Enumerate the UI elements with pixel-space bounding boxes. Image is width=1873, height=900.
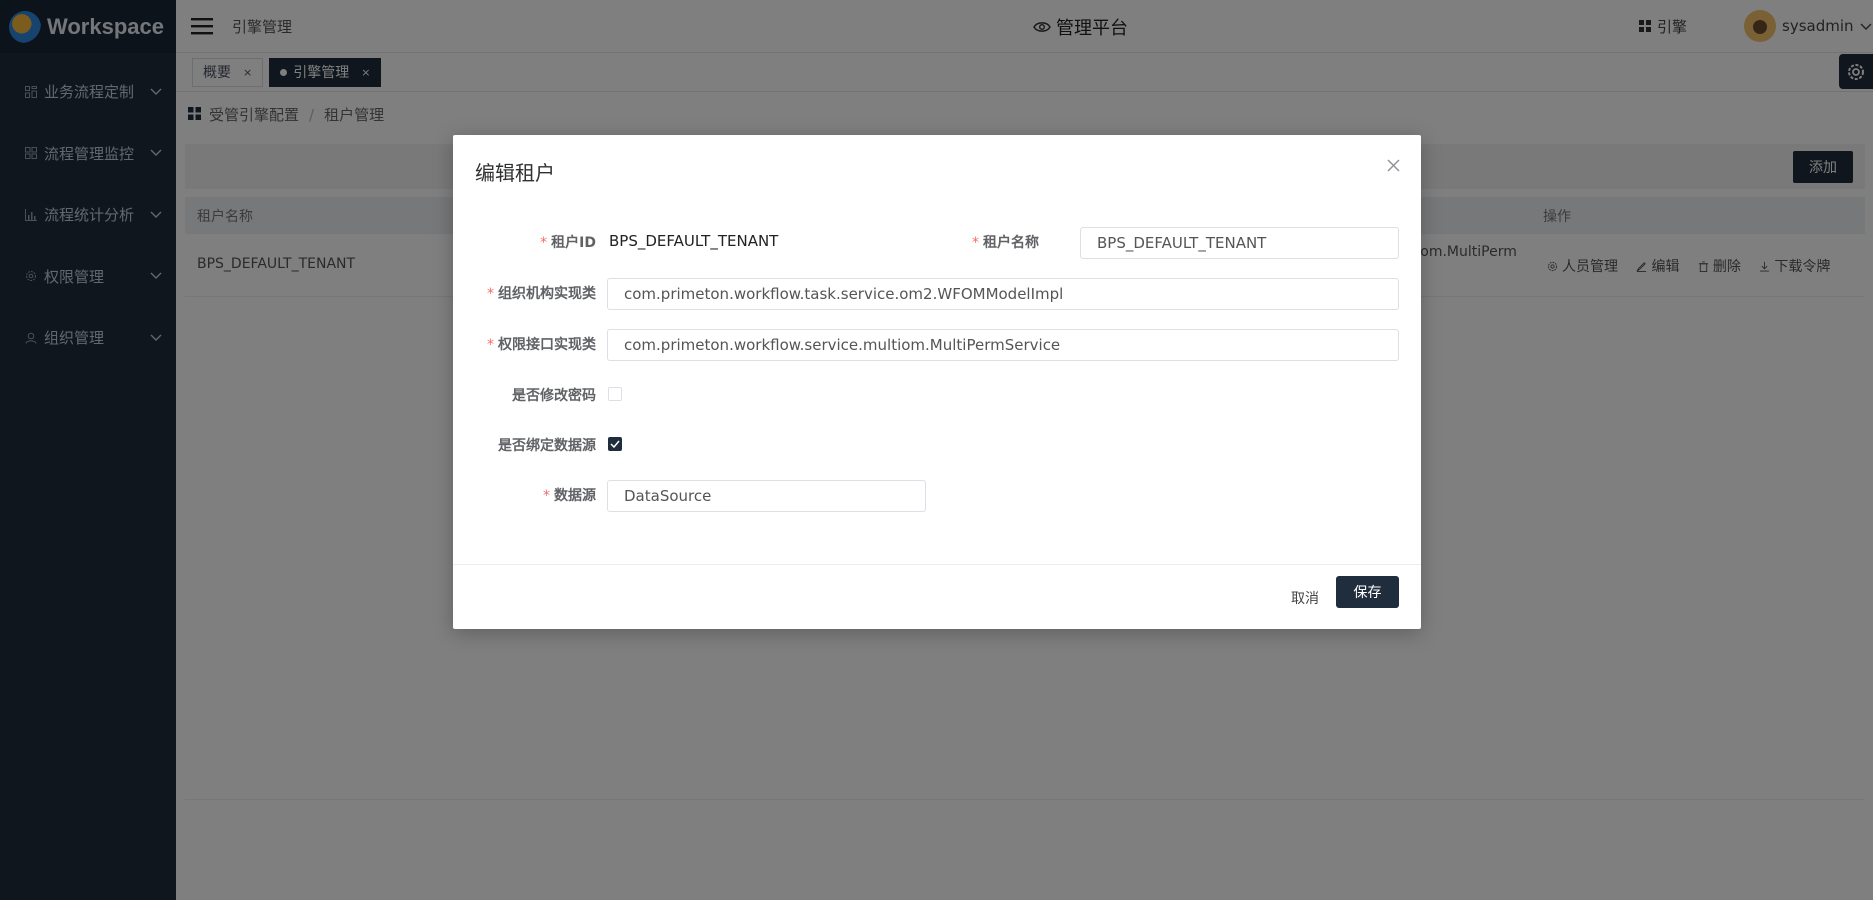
required-mark: * [540,235,548,251]
perm-impl-label: * 权限接口实现类 [457,334,596,354]
bind-datasource-checkbox[interactable] [608,437,622,451]
required-mark: * [543,488,550,504]
tenant-name-label: * 租户名称 [883,232,1039,252]
dialog-footer-divider [453,564,1421,565]
org-impl-label: * 组织机构实现类 [457,283,596,303]
perm-impl-label-text: 权限接口实现类 [498,337,596,353]
save-button[interactable]: 保存 [1336,576,1399,608]
required-mark: * [487,337,494,353]
dialog-title: 编辑租户 [475,161,555,185]
close-icon[interactable] [1383,155,1403,175]
tenant-id-value: BPS_DEFAULT_TENANT [609,232,779,250]
bind-datasource-label: 是否绑定数据源 [498,438,596,454]
required-mark: * [487,286,494,302]
change-password-label: 是否修改密码 [512,388,596,404]
tenant-id-label-text: 租户ID [551,235,596,251]
perm-impl-input[interactable]: com.primeton.workflow.service.multiom.Mu… [607,329,1399,361]
datasource-label: * 数据源 [457,485,596,505]
datasource-input[interactable]: DataSource [607,480,926,512]
tenant-name-label-text: 租户名称 [983,235,1039,251]
org-impl-label-text: 组织机构实现类 [498,286,596,302]
org-impl-input[interactable]: com.primeton.workflow.task.service.om2.W… [607,278,1399,310]
tenant-name-input[interactable]: BPS_DEFAULT_TENANT [1080,227,1399,259]
tenant-id-label: * 租户ID [475,232,596,252]
check-icon [610,440,620,448]
change-password-checkbox[interactable] [608,387,622,401]
edit-tenant-dialog: 编辑租户 * 租户ID BPS_DEFAULT_TENANT * 租户名称 BPS_… [453,135,1421,629]
cancel-button[interactable]: 取消 [1291,588,1319,608]
datasource-label-text: 数据源 [554,488,596,504]
required-mark: * [972,235,979,251]
